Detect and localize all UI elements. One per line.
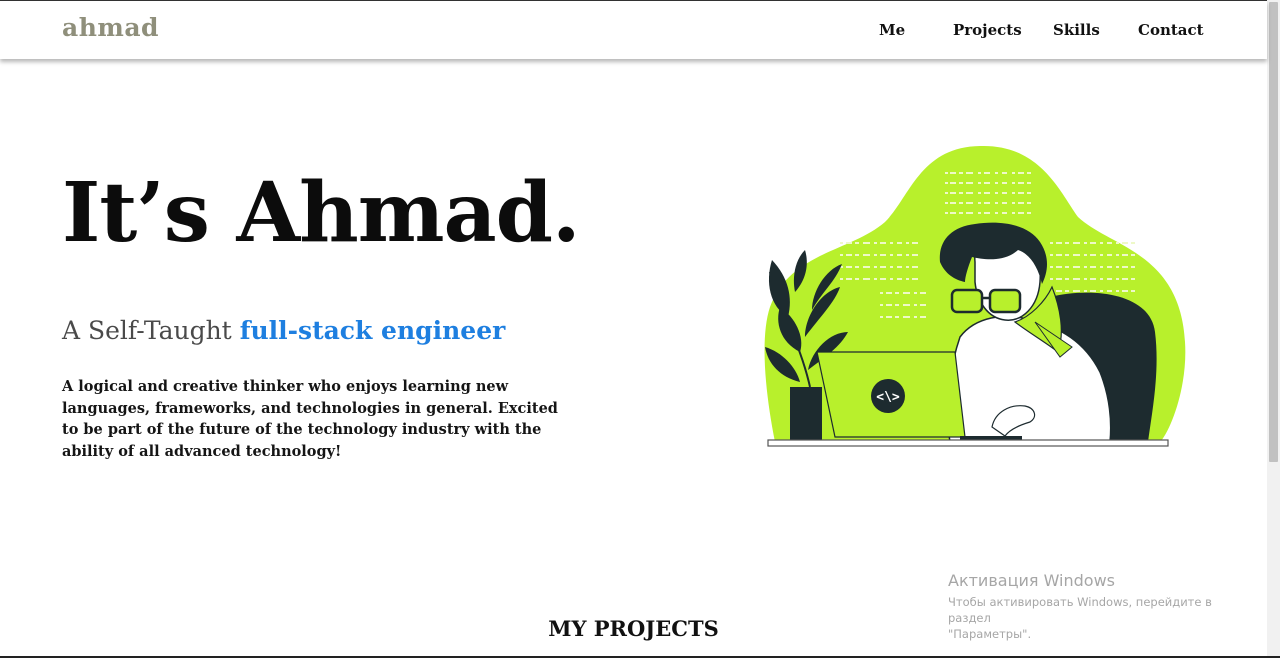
desk-line — [767, 439, 1169, 447]
site-header: ahmad Me Projects Skills Contact — [0, 1, 1267, 59]
hero-description: A logical and creative thinker who enjoy… — [62, 378, 558, 460]
code-symbol: <\> — [876, 390, 900, 405]
developer-at-laptop-illustration: <\> — [764, 145, 1186, 447]
hero-title: It’s Ahmad. — [62, 165, 581, 261]
activation-title: Активация Windows — [948, 571, 1115, 590]
hero-subtitle: A Self-Taught full-stack engineer — [62, 316, 505, 345]
projects-section-title: MY PROJECTS — [548, 616, 719, 641]
nav-link-projects[interactable]: Projects — [953, 21, 1022, 39]
nav-link-contact[interactable]: Contact — [1138, 21, 1204, 39]
subtitle-prefix: A Self-Taught — [62, 316, 240, 345]
scrollbar-thumb[interactable] — [1269, 2, 1278, 462]
page-scrollbar[interactable] — [1267, 0, 1280, 658]
nav-link-me[interactable]: Me — [879, 21, 905, 39]
logo[interactable]: ahmad — [62, 13, 159, 42]
person-head — [939, 222, 1047, 321]
nav-link-skills[interactable]: Skills — [1053, 21, 1100, 39]
subtitle-highlight: full-stack engineer — [239, 316, 506, 345]
